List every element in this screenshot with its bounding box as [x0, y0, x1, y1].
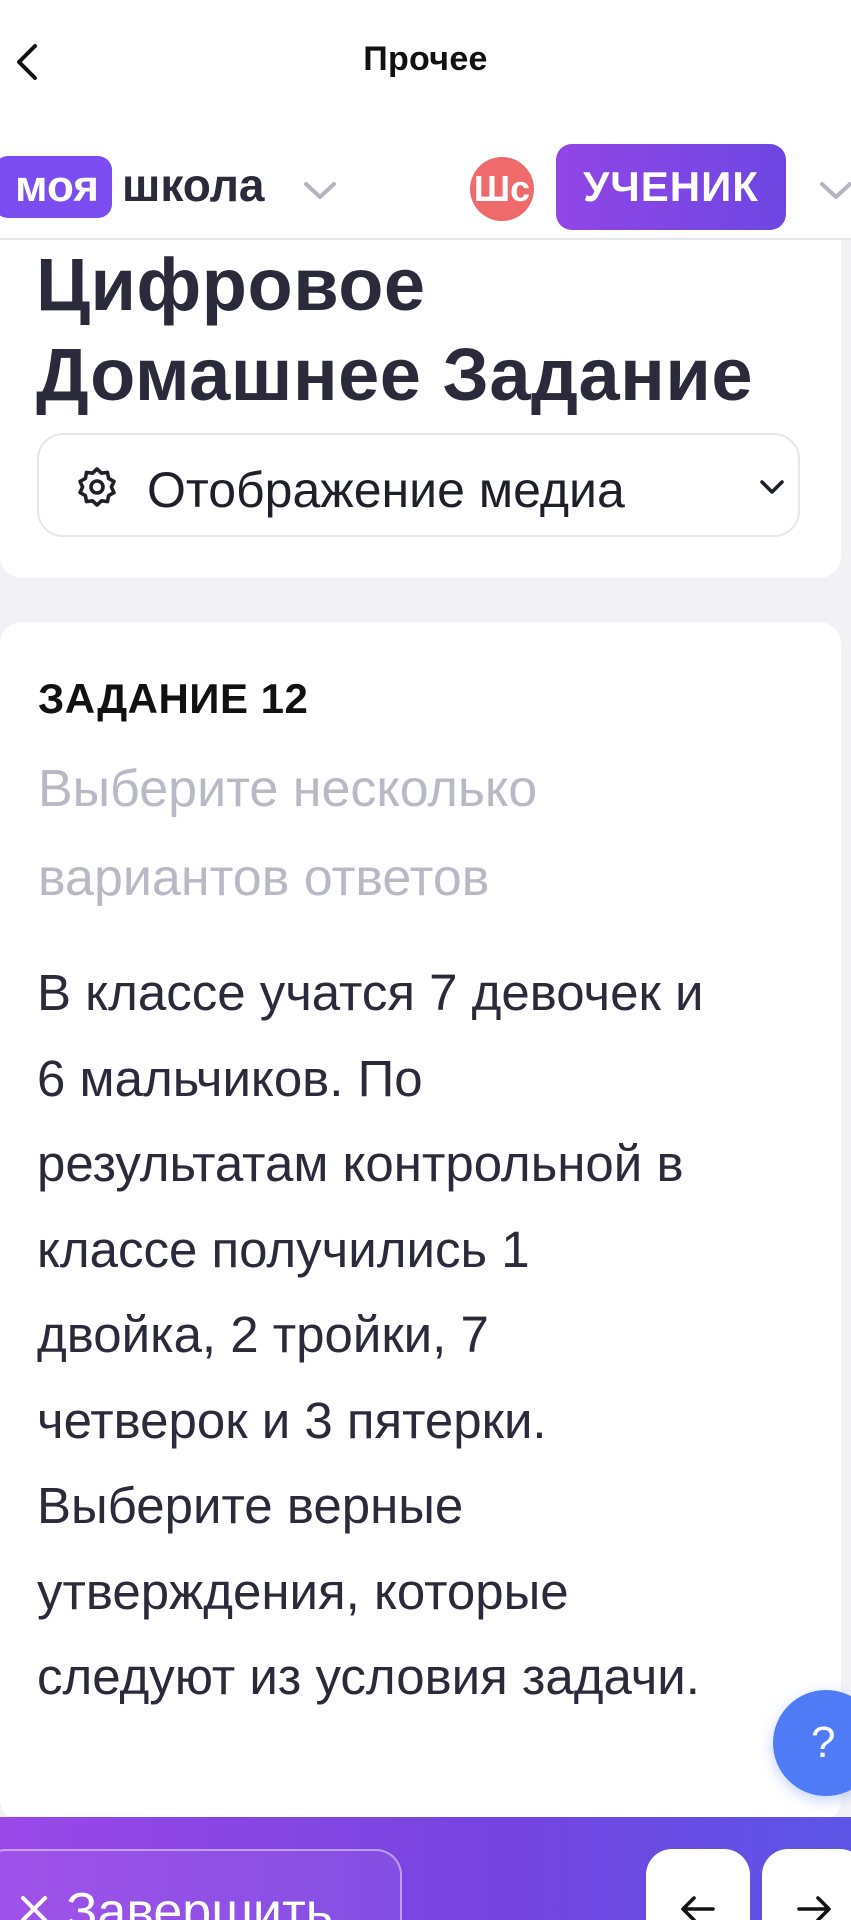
chevron-down-icon — [760, 480, 784, 494]
task-number: ЗАДАНИЕ 12 — [38, 675, 309, 722]
brand-logo-shkola[interactable]: школа — [122, 158, 265, 212]
brand-bar: моя школа Шс УЧЕНИК — [0, 130, 851, 240]
task-text-line: Выберите верные — [37, 1477, 464, 1534]
avatar[interactable]: Шс — [470, 157, 534, 221]
finish-button[interactable]: Завершить — [0, 1849, 402, 1920]
finish-label: Завершить — [66, 1883, 333, 1920]
close-icon — [21, 1896, 47, 1920]
role-button[interactable]: УЧЕНИК — [556, 144, 786, 230]
task-text-line: 6 мальчиков. По — [37, 1049, 423, 1107]
task-text-line: четверок и 3 пятерки. — [37, 1391, 547, 1449]
gear-icon — [78, 467, 116, 507]
previous-task-button[interactable] — [646, 1849, 750, 1920]
heading-line-2: Домашнее Задание — [36, 333, 753, 416]
task-hint-line: вариантов ответов — [38, 849, 490, 907]
role-dropdown-chevron-icon[interactable] — [818, 176, 851, 204]
page-heading: Цифровое Домашнее Задание — [36, 240, 826, 420]
task-text-line: классе получились 1 — [37, 1220, 530, 1278]
bottom-action-bar: Завершить — [0, 1817, 851, 1920]
task-text-line: двойка, 2 тройки, 7 — [37, 1306, 489, 1363]
header-card: Цифровое Домашнее Задание Отображение ме… — [0, 240, 841, 578]
arrow-right-icon — [797, 1896, 831, 1920]
question-mark-icon: ? — [811, 1718, 836, 1767]
task-card: ЗАДАНИЕ 12 Выберите несколько вариантов … — [0, 622, 841, 1822]
task-text-line: результатам контрольной в — [37, 1135, 684, 1192]
chevron-down-icon[interactable] — [302, 176, 338, 204]
task-text-line: следуют из условия задачи. — [37, 1648, 700, 1705]
arrow-left-icon — [681, 1896, 715, 1920]
media-display-select[interactable]: Отображение медиа — [37, 433, 800, 537]
task-hint-line: Выберите несколько — [38, 760, 538, 818]
task-text-line: В классе учатся 7 девочек и — [37, 964, 704, 1021]
media-select-label: Отображение медиа — [147, 462, 625, 518]
task-text: В классе учатся 7 девочек и 6 мальчиков.… — [37, 950, 817, 1720]
heading-line-1: Цифровое — [36, 243, 426, 326]
next-task-button[interactable] — [762, 1849, 851, 1920]
task-text-line: утверждения, которые — [37, 1562, 569, 1620]
top-navbar: Прочее — [0, 0, 851, 130]
page: Прочее моя школа Шс УЧЕНИК Цифровое Дома… — [0, 0, 851, 1920]
page-title: Прочее — [363, 40, 488, 78]
task-hint: Выберите несколько вариантов ответов — [38, 745, 798, 923]
brand-logo-moya[interactable]: моя — [0, 156, 112, 218]
